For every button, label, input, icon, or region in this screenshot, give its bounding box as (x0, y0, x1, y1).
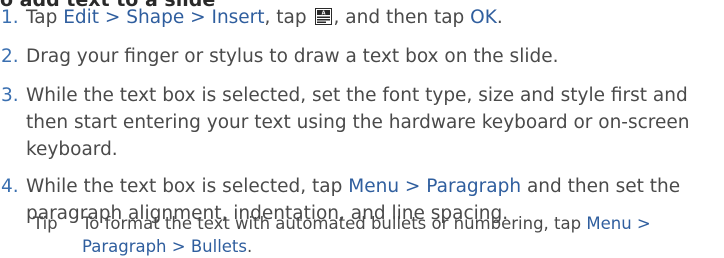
step-number: 3. (1, 85, 19, 106)
step-text: While the text box is selected, set the … (26, 85, 690, 160)
ok-label: OK (470, 7, 497, 28)
step-text-part: , tap (264, 7, 313, 28)
step-text: Drag your finger or stylus to draw a tex… (26, 46, 559, 67)
svg-text:A: A (321, 10, 325, 16)
step-text: Tap Edit > Shape > Insert, tap A , and t… (26, 4, 720, 31)
step-text-part: . (496, 7, 503, 28)
step-number: 4. (1, 176, 19, 197)
step-text-part: Tap (26, 7, 64, 28)
menu-path-edit-shape-insert: Edit > Shape > Insert (63, 7, 265, 28)
step-text-part: While the text box is selected, tap (26, 176, 349, 197)
tip-text-part: To format the text with automated bullet… (82, 214, 587, 233)
tip-label: Tip (33, 214, 58, 233)
menu-path-menu-paragraph: Menu > Paragraph (348, 176, 522, 197)
tip-text-part: . (247, 237, 253, 256)
step-number: 1. (1, 7, 19, 28)
tip-text: To format the text with automated bullet… (82, 212, 718, 258)
step-number: 2. (1, 46, 19, 67)
text-box-icon: A (314, 6, 332, 25)
step-text-part: , and then tap (333, 7, 471, 28)
